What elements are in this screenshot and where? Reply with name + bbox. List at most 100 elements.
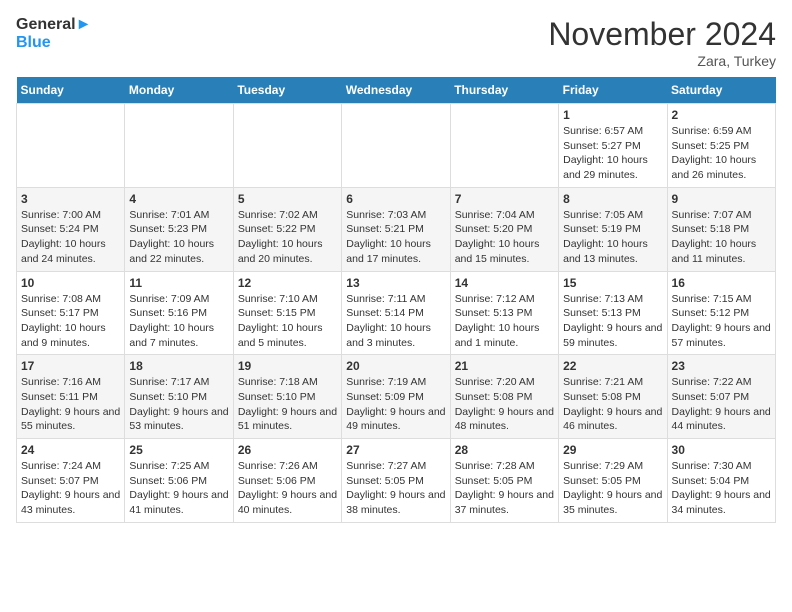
day-cell: 11 Sunrise: 7:09 AMSunset: 5:16 PMDayligh… bbox=[125, 271, 233, 355]
day-cell: 18 Sunrise: 7:17 AMSunset: 5:10 PMDayligh… bbox=[125, 355, 233, 439]
day-info: Sunrise: 7:03 AMSunset: 5:21 PMDaylight:… bbox=[346, 208, 445, 267]
day-number: 20 bbox=[346, 359, 445, 373]
day-number: 30 bbox=[672, 443, 771, 457]
day-cell: 8 Sunrise: 7:05 AMSunset: 5:19 PMDaylight… bbox=[559, 187, 667, 271]
title-area: November 2024 Zara, Turkey bbox=[548, 16, 776, 69]
day-cell: 16 Sunrise: 7:15 AMSunset: 5:12 PMDayligh… bbox=[667, 271, 775, 355]
day-cell bbox=[342, 104, 450, 188]
day-number: 17 bbox=[21, 359, 120, 373]
week-row-3: 10Sunrise: 7:08 AMSunset: 5:17 PMDayligh… bbox=[17, 271, 776, 355]
day-info: Sunrise: 7:05 AMSunset: 5:19 PMDaylight:… bbox=[563, 208, 662, 267]
day-info: Sunrise: 7:11 AMSunset: 5:14 PMDaylight:… bbox=[346, 292, 445, 351]
day-cell: 12 Sunrise: 7:10 AMSunset: 5:15 PMDayligh… bbox=[233, 271, 341, 355]
day-number: 21 bbox=[455, 359, 554, 373]
day-number: 14 bbox=[455, 276, 554, 290]
day-cell: 30 Sunrise: 7:30 AMSunset: 5:04 PMDayligh… bbox=[667, 439, 775, 523]
day-info: Sunrise: 7:17 AMSunset: 5:10 PMDaylight:… bbox=[129, 375, 228, 434]
day-number: 8 bbox=[563, 192, 662, 206]
day-info: Sunrise: 7:04 AMSunset: 5:20 PMDaylight:… bbox=[455, 208, 554, 267]
day-number: 23 bbox=[672, 359, 771, 373]
day-cell: 26 Sunrise: 7:26 AMSunset: 5:06 PMDayligh… bbox=[233, 439, 341, 523]
day-number: 19 bbox=[238, 359, 337, 373]
day-info: Sunrise: 7:28 AMSunset: 5:05 PMDaylight:… bbox=[455, 459, 554, 518]
day-number: 1 bbox=[563, 108, 662, 122]
day-cell: 20 Sunrise: 7:19 AMSunset: 5:09 PMDayligh… bbox=[342, 355, 450, 439]
day-number: 11 bbox=[129, 276, 228, 290]
day-cell: 21 Sunrise: 7:20 AMSunset: 5:08 PMDayligh… bbox=[450, 355, 558, 439]
day-cell: 14 Sunrise: 7:12 AMSunset: 5:13 PMDayligh… bbox=[450, 271, 558, 355]
day-info: Sunrise: 7:02 AMSunset: 5:22 PMDaylight:… bbox=[238, 208, 337, 267]
day-info: Sunrise: 7:12 AMSunset: 5:13 PMDaylight:… bbox=[455, 292, 554, 351]
day-cell: 15 Sunrise: 7:13 AMSunset: 5:13 PMDayligh… bbox=[559, 271, 667, 355]
day-cell: 4 Sunrise: 7:01 AMSunset: 5:23 PMDaylight… bbox=[125, 187, 233, 271]
day-cell: 7 Sunrise: 7:04 AMSunset: 5:20 PMDaylight… bbox=[450, 187, 558, 271]
day-cell: 22Sunrise: 7:21 AMSunset: 5:08 PMDayligh… bbox=[559, 355, 667, 439]
day-info: Sunrise: 7:15 AMSunset: 5:12 PMDaylight:… bbox=[672, 292, 771, 351]
day-number: 24 bbox=[21, 443, 120, 457]
month-title: November 2024 bbox=[548, 16, 776, 53]
weekday-header-thursday: Thursday bbox=[450, 77, 558, 104]
day-number: 12 bbox=[238, 276, 337, 290]
day-cell: 9Sunrise: 7:07 AMSunset: 5:18 PMDaylight… bbox=[667, 187, 775, 271]
day-info: Sunrise: 7:29 AMSunset: 5:05 PMDaylight:… bbox=[563, 459, 662, 518]
calendar-table: SundayMondayTuesdayWednesdayThursdayFrid… bbox=[16, 77, 776, 523]
day-info: Sunrise: 6:59 AMSunset: 5:25 PMDaylight:… bbox=[672, 124, 771, 183]
day-info: Sunrise: 7:10 AMSunset: 5:15 PMDaylight:… bbox=[238, 292, 337, 351]
day-info: Sunrise: 7:30 AMSunset: 5:04 PMDaylight:… bbox=[672, 459, 771, 518]
weekday-header-tuesday: Tuesday bbox=[233, 77, 341, 104]
weekday-header-sunday: Sunday bbox=[17, 77, 125, 104]
weekday-header-row: SundayMondayTuesdayWednesdayThursdayFrid… bbox=[17, 77, 776, 104]
day-info: Sunrise: 7:20 AMSunset: 5:08 PMDaylight:… bbox=[455, 375, 554, 434]
week-row-4: 17Sunrise: 7:16 AMSunset: 5:11 PMDayligh… bbox=[17, 355, 776, 439]
day-cell: 17Sunrise: 7:16 AMSunset: 5:11 PMDayligh… bbox=[17, 355, 125, 439]
week-row-1: 1Sunrise: 6:57 AMSunset: 5:27 PMDaylight… bbox=[17, 104, 776, 188]
day-cell: 29Sunrise: 7:29 AMSunset: 5:05 PMDayligh… bbox=[559, 439, 667, 523]
day-cell: 23 Sunrise: 7:22 AMSunset: 5:07 PMDayligh… bbox=[667, 355, 775, 439]
day-cell bbox=[17, 104, 125, 188]
day-info: Sunrise: 7:27 AMSunset: 5:05 PMDaylight:… bbox=[346, 459, 445, 518]
day-info: Sunrise: 7:13 AMSunset: 5:13 PMDaylight:… bbox=[563, 292, 662, 351]
day-number: 26 bbox=[238, 443, 337, 457]
day-cell: 5Sunrise: 7:02 AMSunset: 5:22 PMDaylight… bbox=[233, 187, 341, 271]
weekday-header-monday: Monday bbox=[125, 77, 233, 104]
day-cell: 10Sunrise: 7:08 AMSunset: 5:17 PMDayligh… bbox=[17, 271, 125, 355]
day-number: 2 bbox=[672, 108, 771, 122]
day-info: Sunrise: 7:26 AMSunset: 5:06 PMDaylight:… bbox=[238, 459, 337, 518]
day-cell bbox=[233, 104, 341, 188]
location: Zara, Turkey bbox=[548, 53, 776, 69]
day-number: 18 bbox=[129, 359, 228, 373]
day-number: 13 bbox=[346, 276, 445, 290]
day-info: Sunrise: 7:09 AMSunset: 5:16 PMDaylight:… bbox=[129, 292, 228, 351]
week-row-2: 3Sunrise: 7:00 AMSunset: 5:24 PMDaylight… bbox=[17, 187, 776, 271]
day-number: 27 bbox=[346, 443, 445, 457]
day-number: 3 bbox=[21, 192, 120, 206]
day-info: Sunrise: 7:08 AMSunset: 5:17 PMDaylight:… bbox=[21, 292, 120, 351]
weekday-header-friday: Friday bbox=[559, 77, 667, 104]
weekday-header-wednesday: Wednesday bbox=[342, 77, 450, 104]
day-number: 9 bbox=[672, 192, 771, 206]
day-number: 16 bbox=[672, 276, 771, 290]
day-cell: 2 Sunrise: 6:59 AMSunset: 5:25 PMDaylight… bbox=[667, 104, 775, 188]
weekday-header-saturday: Saturday bbox=[667, 77, 775, 104]
day-number: 7 bbox=[455, 192, 554, 206]
day-cell: 13 Sunrise: 7:11 AMSunset: 5:14 PMDayligh… bbox=[342, 271, 450, 355]
day-cell: 28 Sunrise: 7:28 AMSunset: 5:05 PMDayligh… bbox=[450, 439, 558, 523]
day-info: Sunrise: 7:21 AMSunset: 5:08 PMDaylight:… bbox=[563, 375, 662, 434]
day-cell: 3Sunrise: 7:00 AMSunset: 5:24 PMDaylight… bbox=[17, 187, 125, 271]
day-number: 6 bbox=[346, 192, 445, 206]
page-header: General► Blue November 2024 Zara, Turkey bbox=[16, 16, 776, 69]
day-cell: 24 Sunrise: 7:24 AMSunset: 5:07 PMDayligh… bbox=[17, 439, 125, 523]
day-cell bbox=[125, 104, 233, 188]
day-cell: 27 Sunrise: 7:27 AMSunset: 5:05 PMDayligh… bbox=[342, 439, 450, 523]
day-info: Sunrise: 7:19 AMSunset: 5:09 PMDaylight:… bbox=[346, 375, 445, 434]
day-number: 4 bbox=[129, 192, 228, 206]
day-number: 15 bbox=[563, 276, 662, 290]
day-info: Sunrise: 7:24 AMSunset: 5:07 PMDaylight:… bbox=[21, 459, 120, 518]
day-number: 28 bbox=[455, 443, 554, 457]
week-row-5: 24 Sunrise: 7:24 AMSunset: 5:07 PMDayligh… bbox=[17, 439, 776, 523]
logo: General► Blue bbox=[16, 16, 91, 51]
day-info: Sunrise: 7:01 AMSunset: 5:23 PMDaylight:… bbox=[129, 208, 228, 267]
day-info: Sunrise: 7:22 AMSunset: 5:07 PMDaylight:… bbox=[672, 375, 771, 434]
day-cell: 19Sunrise: 7:18 AMSunset: 5:10 PMDayligh… bbox=[233, 355, 341, 439]
day-number: 25 bbox=[129, 443, 228, 457]
